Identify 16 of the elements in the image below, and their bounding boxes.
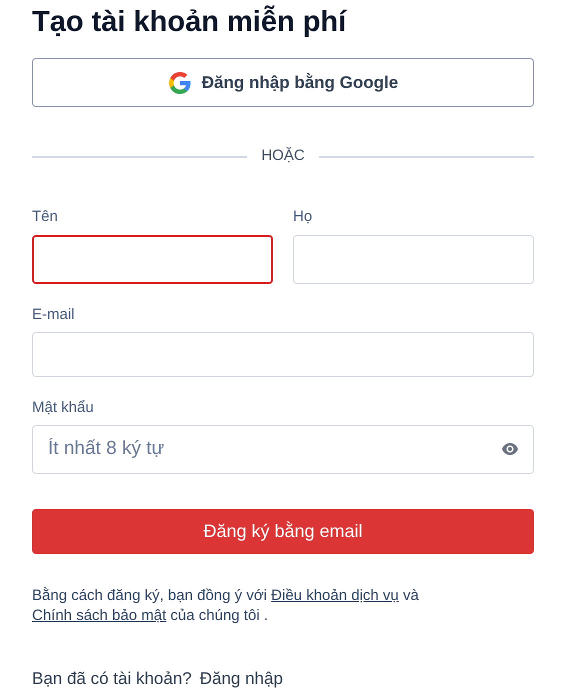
login-prompt: Bạn đã có tài khoản? [32,668,192,689]
input-field[interactable] [32,234,273,284]
terms-text: Bằng cách đăng ký, bạn đồng ý với Điều khoản dịch vụ và Chính sách bảo mật của chúng tôi . [32,586,420,626]
divider-label: HOẶC [261,146,305,166]
field-label: Tên [32,208,58,226]
eye-icon[interactable] [501,442,519,456]
privacy-link[interactable]: Chính sách bảo mật [32,606,166,624]
field-label: Họ [293,208,312,226]
login-link[interactable]: Đăng nhập [200,668,283,689]
field-label: Mật khẩu [32,398,94,417]
google-signin-button[interactable]: Đăng nhập bằng Google [32,58,534,108]
field-label: E-mail [32,306,75,324]
page-title: Tạo tài khoản miễn phí [32,4,346,40]
google-icon [168,70,192,95]
terms-link[interactable]: Điều khoản dịch vụ [271,586,399,604]
email-signup-button[interactable]: Đăng ký bằng email [32,508,534,554]
